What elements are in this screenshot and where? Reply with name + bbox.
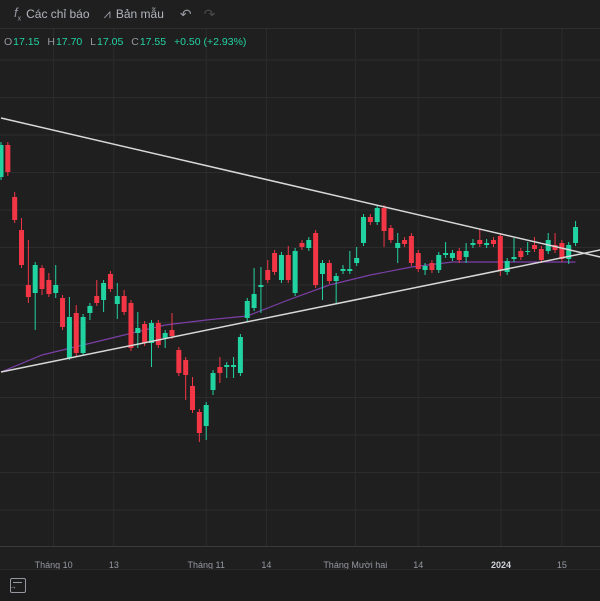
candle-up — [203, 405, 209, 426]
ohlc-legend: O17.15 H17.70 L17.05 C17.55 +0.50 (+2.93… — [4, 36, 251, 48]
candle-up — [0, 145, 4, 177]
candle-down — [272, 253, 278, 272]
candle-up — [224, 365, 230, 367]
candle-up — [463, 251, 469, 257]
bottom-bar — [0, 569, 600, 601]
go-to-date-icon[interactable] — [8, 578, 26, 593]
candle-up — [32, 265, 38, 293]
candle-up — [292, 251, 298, 293]
candle-down — [121, 296, 127, 312]
candle-down — [532, 245, 538, 249]
candle-down — [429, 263, 435, 270]
candle-down — [381, 208, 387, 231]
candle-down — [73, 313, 79, 353]
candle-down — [299, 243, 305, 247]
close-key: C — [131, 36, 139, 48]
close-value: 17.55 — [139, 36, 167, 48]
candle-up — [53, 285, 59, 293]
candle-down — [477, 240, 483, 244]
candle-down — [60, 298, 66, 327]
candle-up — [278, 255, 284, 280]
candle-up — [101, 283, 107, 300]
candle-down — [456, 251, 462, 260]
candle-up — [504, 261, 510, 272]
candle-up — [148, 323, 154, 343]
candle-up — [80, 317, 86, 353]
candle-up — [511, 257, 517, 259]
candle-down — [155, 323, 161, 345]
candle-up — [210, 373, 216, 390]
candle-up — [484, 243, 490, 245]
candle-up — [361, 217, 367, 243]
candle-down — [415, 253, 421, 269]
candle-down — [196, 412, 202, 433]
candle-down — [326, 263, 332, 281]
candle-up — [443, 253, 449, 255]
time-axis[interactable]: Tháng 10 13 Tháng 11 14 Tháng Mười hai 14 2024… — [0, 546, 600, 570]
candle-up — [347, 269, 353, 271]
candle-down — [142, 324, 148, 343]
candle-up — [470, 243, 476, 245]
candle-up — [573, 227, 579, 243]
candlestick-plot[interactable] — [0, 0, 600, 546]
candle-up — [436, 255, 442, 270]
candle-up — [395, 243, 401, 248]
high-value: 17.70 — [55, 36, 83, 48]
candle-down — [285, 255, 291, 280]
open-key: O — [4, 36, 13, 48]
candle-up — [340, 269, 346, 271]
candle-down — [169, 330, 175, 336]
candle-down — [176, 350, 182, 373]
high-key: H — [47, 36, 55, 48]
candle-up — [525, 251, 531, 252]
candle-up — [66, 317, 72, 358]
candle-down — [94, 296, 100, 303]
candle-up — [449, 253, 455, 258]
low-key: L — [90, 36, 97, 48]
candle-down — [402, 240, 408, 244]
candle-up — [114, 296, 120, 304]
candle-up — [244, 301, 250, 318]
candle-up — [333, 276, 339, 281]
candle-down — [12, 197, 18, 220]
open-value: 17.15 — [13, 36, 40, 48]
candle-down — [538, 249, 544, 260]
candle-up — [231, 365, 237, 367]
candle-down — [367, 217, 373, 222]
candle-down — [388, 228, 394, 240]
candle-up — [319, 263, 325, 274]
candle-down — [265, 270, 271, 280]
candle-down — [497, 236, 503, 270]
candle-up — [162, 333, 168, 338]
candle-down — [107, 274, 113, 289]
candle-up — [306, 240, 312, 248]
candle-down — [217, 367, 223, 373]
change-value: +0.50 (+2.93%) — [174, 36, 247, 48]
candle-up — [354, 258, 360, 263]
candle-up — [374, 208, 380, 222]
candle-down — [25, 285, 31, 297]
candle-down — [46, 280, 52, 294]
candle-down — [518, 251, 524, 257]
candle-down — [128, 303, 134, 348]
candle-up — [237, 337, 243, 373]
candle-up — [251, 294, 257, 308]
candle-up — [258, 285, 264, 287]
candle-down — [5, 145, 11, 172]
candle-down — [313, 233, 319, 285]
candle-up — [422, 266, 428, 270]
candle-down — [490, 240, 496, 244]
trendline-upper — [0, 117, 600, 258]
candle-down — [183, 360, 189, 375]
candle-up — [87, 306, 93, 313]
candle-up — [135, 328, 141, 333]
candle-down — [559, 243, 565, 259]
candle-down — [19, 230, 25, 265]
candle-down — [190, 386, 196, 410]
candle-down — [39, 268, 45, 289]
low-value: 17.05 — [97, 36, 124, 48]
candle-down — [408, 236, 414, 263]
